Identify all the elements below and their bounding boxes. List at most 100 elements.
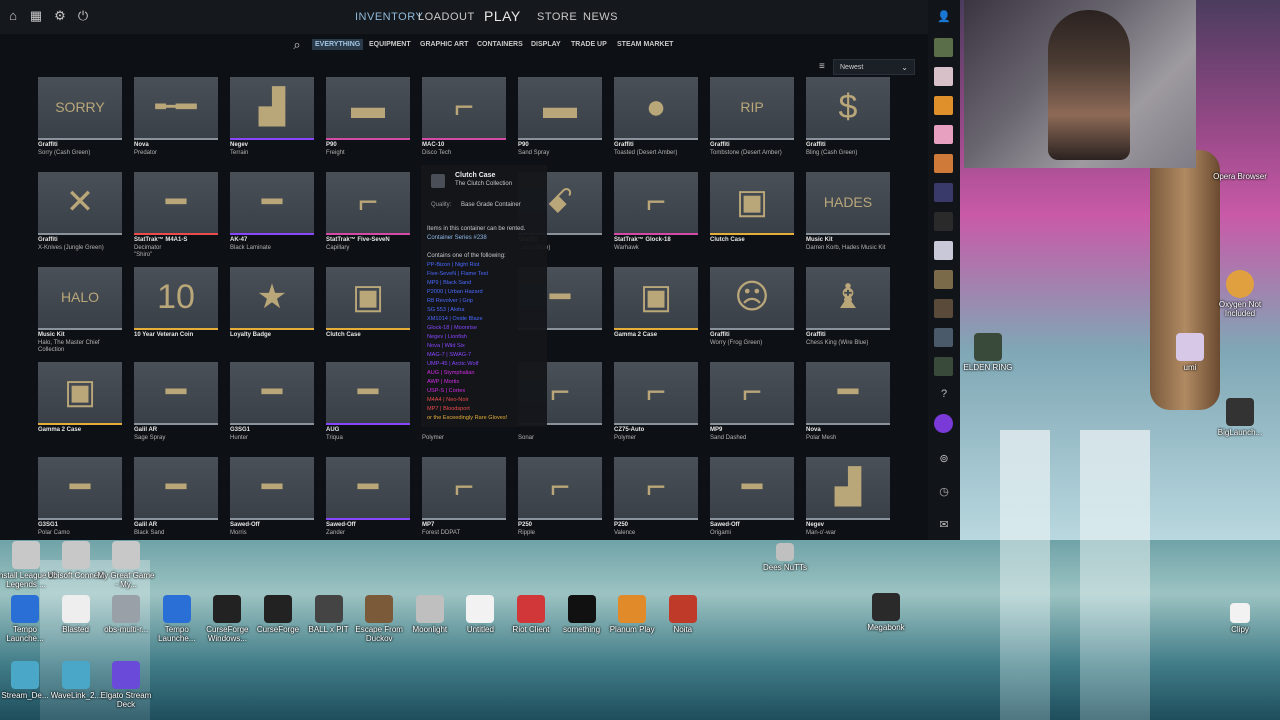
inventory-item[interactable]: ▣ Gamma 2 Case: [614, 267, 698, 353]
inventory-item[interactable]: ⌐ CZ75-Auto Polymer: [614, 362, 698, 448]
nav-inventory[interactable]: INVENTORY: [355, 11, 423, 23]
desktop-icon-biglaunch[interactable]: BigLaunch...: [1210, 398, 1270, 437]
tab-containers[interactable]: CONTAINERS: [474, 39, 526, 50]
desktop-icon-umi[interactable]: umi: [1160, 333, 1220, 372]
item-thumbnail: HADES: [806, 172, 890, 235]
inventory-item[interactable]: ━ AK-47 Black Laminate: [230, 172, 314, 258]
cs2-window: ⌂ ▦ ⚙ ⏻ INVENTORY LOADOUT PLAY STORE NEW…: [0, 0, 960, 540]
item-thumbnail: ▟: [806, 457, 890, 520]
inventory-item[interactable]: ━ Galil AR Black Sand: [134, 457, 218, 540]
inventory-item[interactable]: SORRY Graffiti Sorry (Cash Green): [38, 77, 122, 163]
desktop-icon[interactable]: Noita: [653, 595, 713, 634]
desktop-icon-opera[interactable]: Opera Browser: [1210, 170, 1270, 181]
inventory-item[interactable]: ▬ P90 Freight: [326, 77, 410, 163]
nav-news[interactable]: NEWS: [583, 11, 618, 23]
inventory-item[interactable]: ☹ Graffiti Worry (Frog Green): [710, 267, 794, 353]
item-name: Negev: [806, 522, 825, 528]
item-thumbnail: RIP: [710, 77, 794, 140]
desktop-icon[interactable]: My Great Game - My...: [96, 541, 156, 589]
inventory-item[interactable]: ▟ Negev Man-o'-war: [806, 457, 890, 540]
inventory-item[interactable]: ⌐ MAC-10 Disco Tech: [422, 77, 506, 163]
inventory-item[interactable]: ━ G3SG1 Hunter: [230, 362, 314, 448]
inventory-item[interactable]: ✕ Graffiti X-Knives (Jungle Green): [38, 172, 122, 258]
inventory-item[interactable]: ▣ Gamma 2 Case: [38, 362, 122, 448]
inventory-item[interactable]: ━ Galil AR Sage Spray: [134, 362, 218, 448]
sort-dropdown[interactable]: Newest ⌄: [833, 59, 915, 75]
item-name: P90: [518, 142, 529, 148]
avatar[interactable]: [934, 299, 953, 318]
avatar[interactable]: [934, 154, 953, 173]
avatar[interactable]: [934, 414, 953, 433]
inventory-item[interactable]: RIP Graffiti Tombstone (Desert Amber): [710, 77, 794, 163]
tab-display[interactable]: DISPLAY: [528, 39, 564, 50]
inventory-item[interactable]: ━ Sawed-Off Origami: [710, 457, 794, 540]
tab-equipment[interactable]: EQUIPMENT: [366, 39, 414, 50]
gear-icon[interactable]: ⚙: [53, 9, 67, 23]
inventory-item[interactable]: ⌐ P250 Valence: [614, 457, 698, 540]
inventory-item[interactable]: ━ StatTrak™ M4A1-S Decimator "Shiro": [134, 172, 218, 258]
desktop-icon[interactable]: Elgato Stream Deck: [96, 661, 156, 709]
power-icon[interactable]: ⏻: [76, 9, 90, 23]
tab-trade-up[interactable]: TRADE UP: [568, 39, 610, 50]
desktop-icon-oxygen[interactable]: Oxygen Not Included: [1210, 270, 1270, 318]
home-icon[interactable]: ⌂: [6, 9, 20, 23]
inventory-item[interactable]: ● Graffiti Toasted (Desert Amber): [614, 77, 698, 163]
inventory-item[interactable]: HALO Music Kit Halo, The Master Chief Colle…: [38, 267, 122, 353]
inventory-item[interactable]: ━ Sawed-Off Zander: [326, 457, 410, 540]
inventory-item[interactable]: ⌐ MP9 Sand Dashed: [710, 362, 794, 448]
friends-icon[interactable]: 👤: [936, 10, 952, 26]
inventory-item[interactable]: $ Graffiti Bling (Cash Green): [806, 77, 890, 163]
help-icon[interactable]: ?: [936, 388, 952, 404]
inventory-item[interactable]: ⌐ StatTrak™ Five-SeveN Capillary: [326, 172, 410, 258]
avatar[interactable]: [934, 328, 953, 347]
nav-loadout[interactable]: LOADOUT: [418, 11, 475, 23]
desktop-icon-clipy[interactable]: Clipy: [1210, 603, 1270, 634]
avatar[interactable]: [934, 96, 953, 115]
inventory-item[interactable]: 10 10 Year Veteran Coin: [134, 267, 218, 353]
nav-play[interactable]: PLAY: [484, 8, 521, 24]
inventory-item[interactable]: ╾━ Nova Predator: [134, 77, 218, 163]
tooltip-content-item: USP-S | Cortex: [427, 388, 466, 394]
avatar[interactable]: [934, 38, 953, 57]
desktop-icon-elden-ring[interactable]: ELDEN RING: [958, 333, 1018, 372]
wallpaper-waterfall: [1080, 430, 1150, 720]
desktop-icon-dees-nutts[interactable]: Dees NuTTs: [755, 543, 815, 572]
item-image: $: [838, 88, 858, 126]
inventory-item[interactable]: ★ Loyalty Badge: [230, 267, 314, 353]
item-thumbnail: ▬: [326, 77, 410, 140]
avatar[interactable]: [934, 212, 953, 231]
inventory-item[interactable]: HADES Music Kit Darren Korb, Hades Music K…: [806, 172, 890, 258]
avatar[interactable]: [934, 241, 953, 260]
item-thumbnail: ╾━: [134, 77, 218, 140]
nav-store[interactable]: STORE: [537, 11, 577, 23]
broadcast-icon[interactable]: ⊚: [936, 452, 952, 468]
inventory-item[interactable]: ▬ P90 Sand Spray: [518, 77, 602, 163]
inventory-item[interactable]: ━ Sawed-Off Morris: [230, 457, 314, 540]
store-bag-icon[interactable]: ▦: [29, 9, 43, 23]
inventory-item[interactable]: ♝ Graffiti Chess King (Wire Blue): [806, 267, 890, 353]
avatar[interactable]: [934, 357, 953, 376]
avatar[interactable]: [934, 183, 953, 202]
tab-everything[interactable]: EVERYTHING: [312, 39, 364, 50]
inventory-item[interactable]: ▣ Clutch Case: [326, 267, 410, 353]
inventory-item[interactable]: ▣ Clutch Case: [710, 172, 794, 258]
inventory-item[interactable]: ━ Nova Polar Mesh: [806, 362, 890, 448]
inventory-item[interactable]: ⌐ P250 Ripple: [518, 457, 602, 540]
inventory-item[interactable]: ⌐ MP7 Forest DDPAT: [422, 457, 506, 540]
inventory-item[interactable]: ━ G3SG1 Polar Camo: [38, 457, 122, 540]
inventory-item[interactable]: ━ AUG Triqua: [326, 362, 410, 448]
avatar[interactable]: [934, 125, 953, 144]
tab-graphic-art[interactable]: GRAPHIC ART: [417, 39, 471, 50]
desktop-icon-megabonk[interactable]: Megabonk: [856, 593, 916, 632]
inventory-item[interactable]: ⌐ StatTrak™ Glock-18 Warhawk: [614, 172, 698, 258]
mail-icon[interactable]: ✉: [936, 518, 952, 534]
tooltip-content-item: UMP-45 | Arctic Wolf: [427, 361, 479, 367]
search-icon[interactable]: ⌕: [290, 38, 304, 52]
history-icon[interactable]: ◷: [936, 485, 952, 501]
inventory-item[interactable]: ▟ Negev Terrain: [230, 77, 314, 163]
avatar[interactable]: [934, 270, 953, 289]
avatar[interactable]: [934, 67, 953, 86]
tab-steam-market[interactable]: STEAM MARKET: [614, 39, 676, 50]
sort-icon[interactable]: ≡: [819, 61, 825, 72]
tooltip-content-item: SG 553 | Aloha: [427, 307, 465, 313]
